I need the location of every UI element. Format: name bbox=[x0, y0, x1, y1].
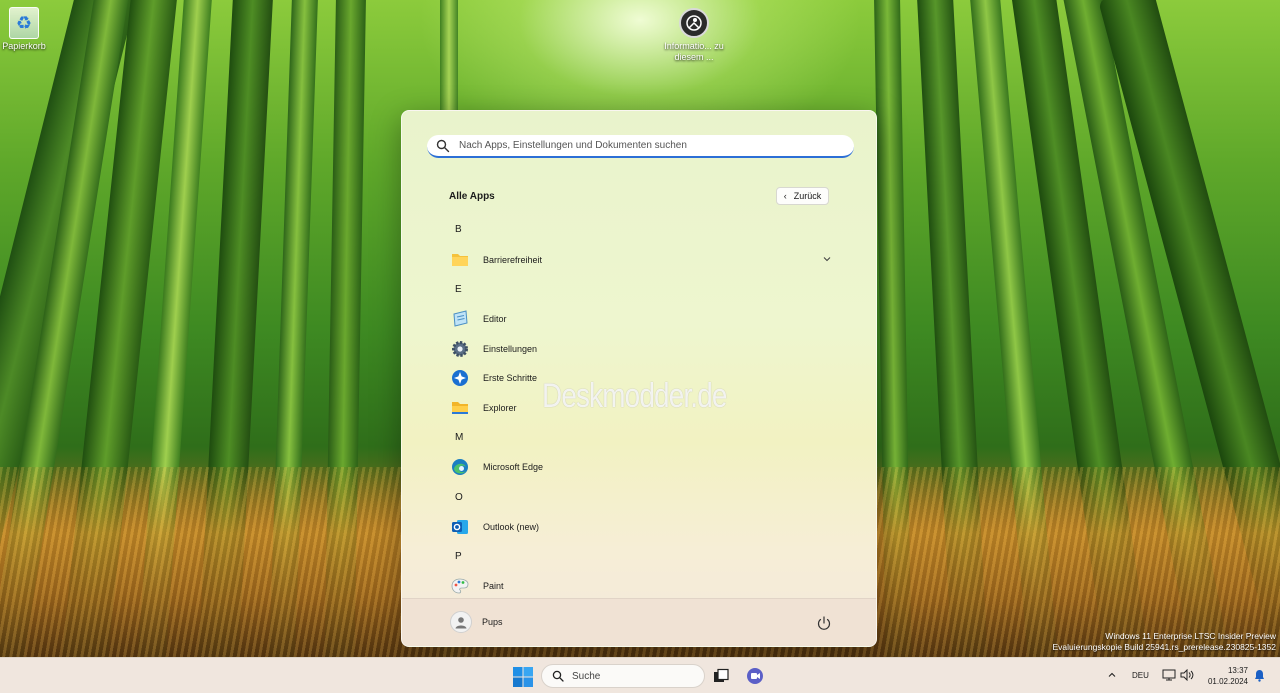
app-item-barrierefreiheit[interactable]: Barrierefreiheit bbox=[440, 245, 840, 275]
info-icon bbox=[679, 8, 709, 38]
desktop-icon-label: Informatio... zu diesem ... bbox=[664, 41, 724, 62]
taskbar-search-box[interactable]: Suche bbox=[541, 664, 705, 688]
letter-header-b[interactable]: B bbox=[440, 215, 840, 245]
network-icon[interactable] bbox=[1162, 669, 1176, 681]
letter-header-o[interactable]: O bbox=[440, 482, 840, 512]
windows-start-icon[interactable] bbox=[512, 666, 534, 688]
task-view-icon[interactable] bbox=[713, 668, 729, 684]
back-button-label: Zurück bbox=[793, 191, 822, 201]
power-icon[interactable] bbox=[816, 615, 832, 631]
app-label: Barrierefreiheit bbox=[483, 254, 543, 265]
teams-chat-icon[interactable] bbox=[746, 667, 764, 685]
taskbar: Suche DEU 13:37 01.02.2024 bbox=[0, 657, 1280, 693]
desktop-icon-recycle-bin[interactable]: ♻ Papierkorb bbox=[0, 7, 62, 52]
app-item-outlook-new[interactable]: Outlook (new) bbox=[440, 512, 840, 542]
system-clock[interactable]: 13:37 01.02.2024 bbox=[1200, 665, 1248, 687]
app-label: Explorer bbox=[483, 402, 517, 413]
app-label: Einstellungen bbox=[483, 343, 538, 354]
notification-bell-icon[interactable] bbox=[1254, 669, 1265, 682]
desktop-icon-info[interactable]: Informatio... zu diesem ... bbox=[656, 8, 732, 63]
outlook-icon bbox=[450, 517, 469, 536]
clock-time: 13:37 bbox=[1227, 666, 1248, 675]
desktop-icon-label: Papierkorb bbox=[2, 41, 46, 51]
settings-gear-icon bbox=[450, 339, 469, 358]
user-name: Pups bbox=[482, 617, 503, 627]
letter-header-p[interactable]: P bbox=[440, 542, 840, 572]
taskbar-search-label: Suche bbox=[572, 670, 601, 682]
app-label: Outlook (new) bbox=[483, 521, 540, 532]
start-search-box[interactable] bbox=[427, 135, 854, 158]
user-account-button[interactable]: Pups bbox=[450, 611, 503, 633]
letter-header-m[interactable]: M bbox=[440, 423, 840, 453]
clock-date: 01.02.2024 bbox=[1207, 677, 1248, 686]
app-label: Editor bbox=[483, 313, 507, 324]
app-item-paint[interactable]: Paint bbox=[440, 571, 840, 601]
build-line-version: Evaluierungskopie Build 25941.rs_prerele… bbox=[1052, 642, 1276, 652]
file-explorer-icon bbox=[450, 398, 469, 417]
search-icon bbox=[552, 670, 564, 682]
back-button[interactable]: ‹ Zurück bbox=[776, 187, 829, 205]
site-watermark: Deskmodder.de bbox=[542, 377, 727, 415]
person-icon bbox=[455, 617, 467, 629]
search-icon bbox=[436, 139, 450, 152]
all-apps-title: Alle Apps bbox=[449, 191, 495, 202]
letter-header-e[interactable]: E bbox=[440, 274, 840, 304]
volume-icon[interactable] bbox=[1180, 669, 1194, 681]
app-item-einstellungen[interactable]: Einstellungen bbox=[440, 334, 840, 364]
notepad-icon bbox=[450, 309, 469, 328]
app-label: Microsoft Edge bbox=[483, 462, 544, 473]
app-item-microsoft-edge[interactable]: Microsoft Edge bbox=[440, 453, 840, 483]
input-language-indicator[interactable]: DEU bbox=[1132, 671, 1149, 680]
build-line-edition: Windows 11 Enterprise LTSC Insider Previ… bbox=[1105, 631, 1276, 641]
app-label: Paint bbox=[483, 581, 504, 592]
app-label: Erste Schritte bbox=[483, 373, 538, 384]
edge-icon bbox=[450, 458, 469, 477]
start-menu-footer: Pups bbox=[402, 598, 876, 646]
build-watermark: Windows 11 Enterprise LTSC Insider Previ… bbox=[1052, 631, 1276, 653]
app-item-editor[interactable]: Editor bbox=[440, 304, 840, 334]
folder-icon bbox=[450, 250, 469, 269]
paint-icon bbox=[450, 577, 469, 596]
get-started-icon bbox=[450, 369, 469, 388]
start-menu: Alle Apps ‹ Zurück B Barrierefreiheit E … bbox=[401, 110, 877, 647]
chevron-down-icon[interactable] bbox=[822, 254, 832, 264]
chevron-up-icon[interactable] bbox=[1107, 670, 1117, 680]
chevron-left-icon: ‹ bbox=[783, 191, 787, 201]
search-input[interactable] bbox=[459, 140, 839, 151]
recycle-bin-icon: ♻ bbox=[9, 7, 39, 39]
avatar bbox=[450, 611, 472, 633]
